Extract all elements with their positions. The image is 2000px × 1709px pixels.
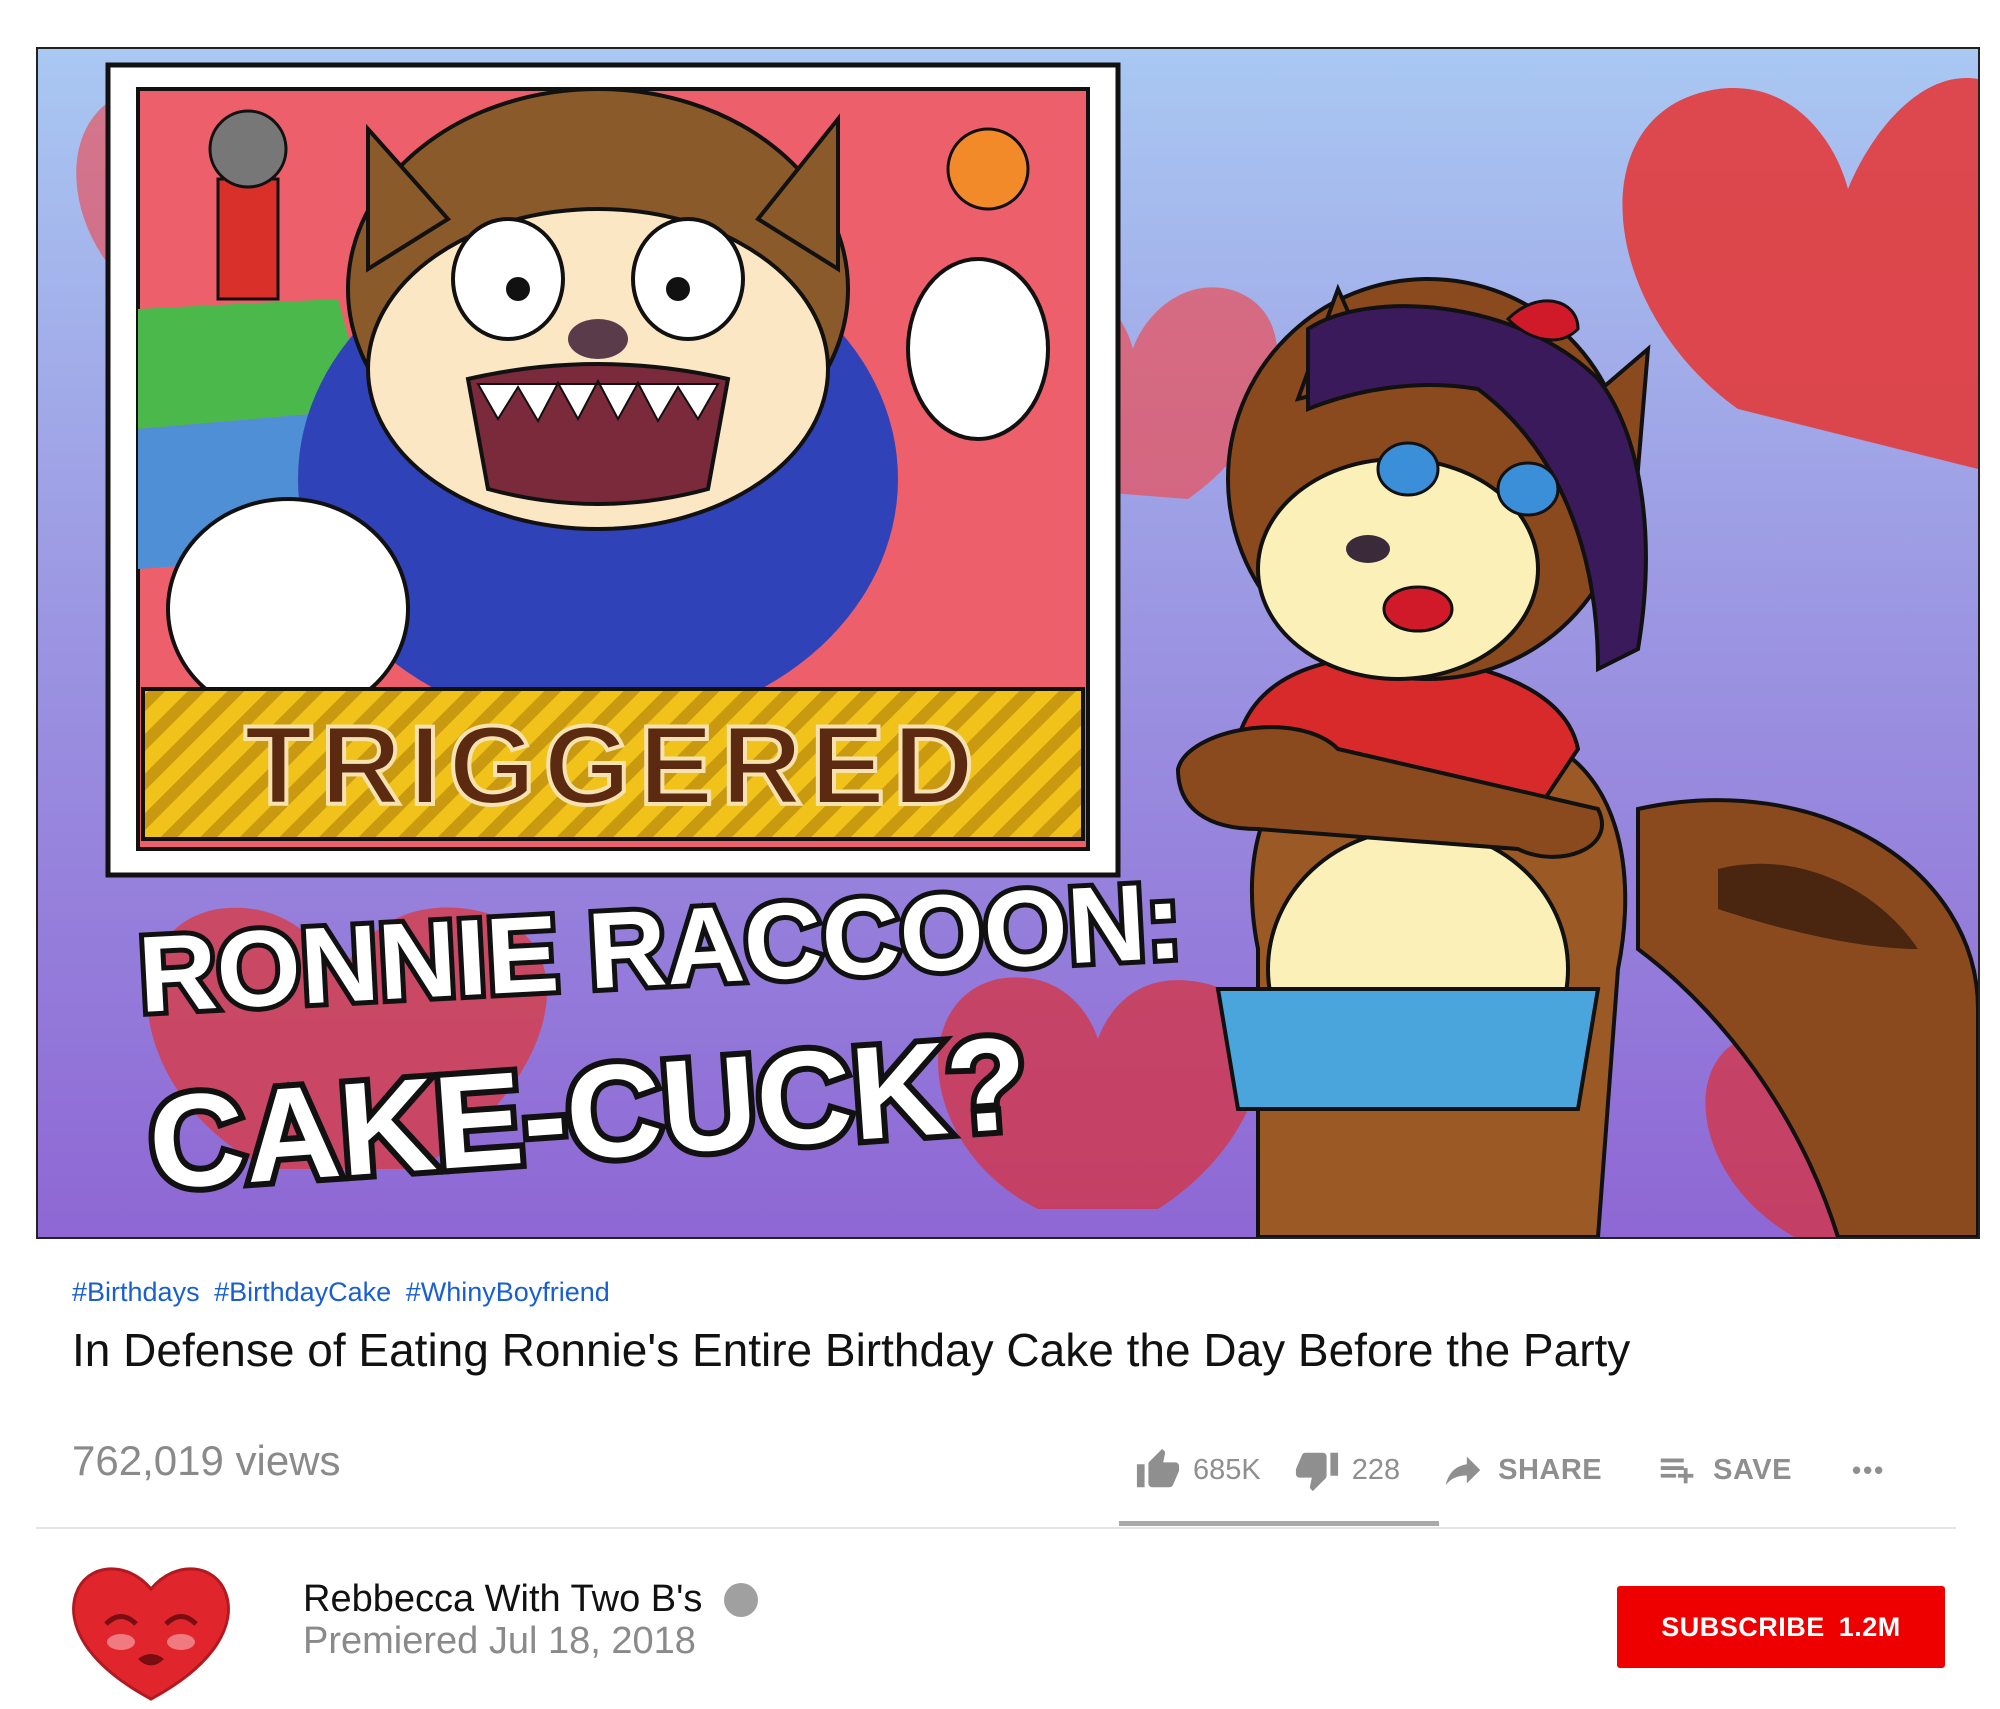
like-dislike-bar [1119, 1521, 1439, 1526]
divider [36, 1527, 1956, 1529]
playlist-add-icon [1655, 1447, 1701, 1493]
more-button[interactable]: ••• [1852, 1455, 1885, 1486]
action-bar: 685K 228 SHARE SAVE ••• [1135, 1444, 1885, 1496]
subscribe-button[interactable]: SUBSCRIBE 1.2M [1617, 1586, 1945, 1668]
hashtag-link[interactable]: #Birthdays [72, 1277, 200, 1307]
video-thumbnail[interactable]: TRIGGERED RONNIE RACCOON: CAKE-CUCK? [36, 47, 1980, 1239]
share-arrow-icon [1440, 1447, 1486, 1493]
channel-avatar[interactable] [66, 1554, 236, 1704]
share-button[interactable]: SHARE [1440, 1447, 1602, 1493]
triggered-badge: TRIGGERED [244, 703, 982, 828]
save-label: SAVE [1713, 1453, 1792, 1486]
verified-badge-icon [724, 1582, 759, 1617]
share-label: SHARE [1498, 1453, 1603, 1486]
dislike-count: 228 [1351, 1453, 1401, 1486]
thumbs-down-icon [1294, 1447, 1340, 1493]
channel-name-row: Rebbecca With Two B's [303, 1578, 759, 1621]
save-button[interactable]: SAVE [1655, 1447, 1792, 1493]
premiere-date: Premiered Jul 18, 2018 [303, 1620, 696, 1662]
view-count: 762,019 views [72, 1437, 341, 1484]
subscribe-label: SUBSCRIBE [1661, 1611, 1825, 1642]
hashtag-list: #Birthdays #BirthdayCake #WhinyBoyfriend [72, 1277, 617, 1308]
comic-panel: TRIGGERED [105, 62, 1121, 878]
like-button[interactable]: 685K [1135, 1447, 1261, 1493]
heart-face-avatar [72, 1567, 230, 1701]
subscriber-count: 1.2M [1838, 1611, 1901, 1642]
hashtag-link[interactable]: #WhinyBoyfriend [406, 1277, 610, 1307]
thumbs-up-icon [1135, 1447, 1181, 1493]
more-icon: ••• [1851, 1454, 1886, 1485]
dislike-button[interactable]: 228 [1294, 1447, 1400, 1493]
video-title: In Defense of Eating Ronnie's Entire Bir… [72, 1324, 1631, 1376]
hashtag-link[interactable]: #BirthdayCake [214, 1277, 391, 1307]
like-count: 685K [1193, 1453, 1261, 1486]
channel-name[interactable]: Rebbecca With Two B's [303, 1578, 702, 1621]
